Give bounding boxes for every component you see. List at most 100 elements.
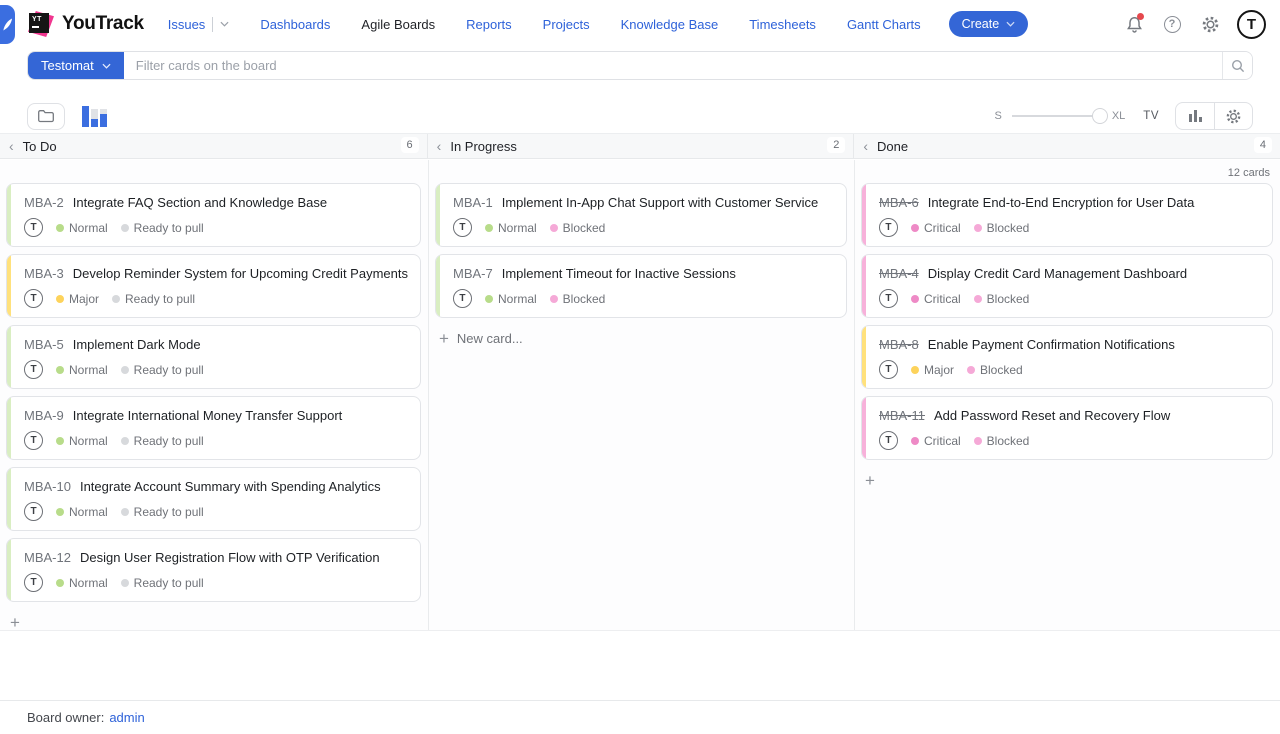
search-button[interactable] — [1222, 52, 1252, 79]
card-id-link[interactable]: MBA-2 — [24, 195, 64, 210]
card-id-link[interactable]: MBA-11 — [879, 408, 925, 423]
card-id-link[interactable]: MBA-1 — [453, 195, 493, 210]
board-selector-button[interactable]: Testomat — [28, 52, 124, 79]
column-headers: ‹ To Do 6 ‹ In Progress 2 ‹ Done 4 — [0, 133, 1280, 159]
new-card-button[interactable]: + — [861, 467, 875, 489]
card-title: Enable Payment Confirmation Notification… — [928, 337, 1175, 352]
state-dot — [967, 366, 975, 374]
priority: Normal — [56, 221, 108, 235]
card-id-link[interactable]: MBA-6 — [879, 195, 919, 210]
state-label: Blocked — [563, 292, 606, 306]
card-title: Develop Reminder System for Upcoming Cre… — [73, 266, 408, 281]
help-icon[interactable]: ? — [1161, 13, 1183, 35]
nav-item-timesheets[interactable]: Timesheets — [749, 17, 816, 32]
card-mba-11[interactable]: MBA-11Add Password Reset and Recovery Fl… — [861, 396, 1273, 460]
nav-item-agile-boards[interactable]: Agile Boards — [361, 17, 435, 32]
tv-mode-button[interactable]: TV — [1143, 110, 1159, 122]
notifications-bell-icon[interactable] — [1123, 13, 1145, 35]
card-mba-10[interactable]: MBA-10Integrate Account Summary with Spe… — [6, 467, 421, 531]
priority-label: Normal — [69, 505, 108, 519]
card-id-link[interactable]: MBA-9 — [24, 408, 64, 423]
card-id-link[interactable]: MBA-7 — [453, 266, 493, 281]
new-card-button[interactable]: + — [6, 609, 20, 631]
card-mba-7[interactable]: MBA-7Implement Timeout for Inactive Sess… — [435, 254, 847, 318]
state: Ready to pull — [121, 434, 204, 448]
priority-dot — [56, 295, 64, 303]
state-dot — [974, 437, 982, 445]
card-id-link[interactable]: MBA-4 — [879, 266, 919, 281]
priority-strip — [436, 255, 440, 317]
state-label: Ready to pull — [134, 363, 204, 377]
assignee-avatar: T — [879, 289, 898, 308]
assignee-avatar: T — [453, 289, 472, 308]
youtrack-logo-icon[interactable]: YT — [28, 11, 54, 37]
board-footer: Board owner: admin — [0, 700, 1280, 734]
settings-gear-icon[interactable] — [1199, 13, 1221, 35]
chart-bars-icon — [82, 106, 89, 127]
priority-label: Major — [924, 363, 954, 377]
collapse-column-icon[interactable]: ‹ — [437, 139, 442, 153]
nav-item-issues[interactable]: Issues — [168, 17, 230, 32]
new-card-button[interactable]: +New card... — [435, 325, 523, 347]
column-name: To Do — [23, 139, 57, 154]
card-mba-1[interactable]: MBA-1 Implement In-App Chat Support with … — [435, 183, 847, 247]
backlog-folder-button[interactable] — [27, 103, 65, 130]
nav-item-gantt-charts[interactable]: Gantt Charts — [847, 17, 921, 32]
card-id-link[interactable]: MBA-12 — [24, 550, 71, 565]
state-label: Ready to pull — [134, 576, 204, 590]
create-button[interactable]: Create — [949, 11, 1029, 37]
priority-strip — [862, 255, 866, 317]
priority-label: Normal — [69, 576, 108, 590]
nav-item-dashboards[interactable]: Dashboards — [260, 17, 330, 32]
user-avatar[interactable]: T — [1237, 10, 1266, 39]
card-id-link[interactable]: MBA-5 — [24, 337, 64, 352]
card-footer: TNormalReady to pull — [24, 431, 408, 450]
priority: Normal — [56, 363, 108, 377]
state-label: Blocked — [980, 363, 1023, 377]
board-settings-button[interactable] — [1214, 103, 1252, 129]
priority-dot — [911, 295, 919, 303]
nav-item-knowledge-base[interactable]: Knowledge Base — [621, 17, 719, 32]
card-head: MBA-11Add Password Reset and Recovery Fl… — [879, 408, 1260, 423]
nav-item-label: Dashboards — [260, 17, 330, 32]
card-mba-12[interactable]: MBA-12Design User Registration Flow with… — [6, 538, 421, 602]
board-toolbar: S XL TV — [27, 101, 1253, 131]
card-mba-5[interactable]: MBA-5Implement Dark ModeTNormalReady to … — [6, 325, 421, 389]
filter-cards-input[interactable] — [124, 52, 1222, 79]
chart-view-toggle[interactable] — [82, 106, 107, 127]
column-header-todo: ‹ To Do 6 — [0, 134, 427, 158]
card-title: Display Credit Card Management Dashboard — [928, 266, 1187, 281]
card-head: MBA-8 Enable Payment Confirmation Notific… — [879, 337, 1260, 352]
nav-item-reports[interactable]: Reports — [466, 17, 512, 32]
card-mba-3[interactable]: MBA-3 Develop Reminder System for Upcomin… — [6, 254, 421, 318]
chevron-down-icon[interactable] — [220, 21, 229, 27]
card-title: Implement In-App Chat Support with Custo… — [502, 195, 818, 210]
card-size-slider[interactable] — [1012, 115, 1100, 117]
card-mba-4[interactable]: MBA-4 Display Credit Card Management Dash… — [861, 254, 1273, 318]
priority-strip — [862, 184, 866, 246]
slider-knob[interactable] — [1092, 108, 1108, 124]
card-mba-8[interactable]: MBA-8 Enable Payment Confirmation Notific… — [861, 325, 1273, 389]
board-owner-link[interactable]: admin — [109, 710, 144, 725]
burndown-chart-button[interactable] — [1176, 103, 1214, 129]
priority-strip — [862, 397, 866, 459]
card-mba-9[interactable]: MBA-9Integrate International Money Trans… — [6, 396, 421, 460]
priority: Major — [56, 292, 99, 306]
new-card-label: New card... — [457, 331, 523, 346]
card-id-link[interactable]: MBA-10 — [24, 479, 71, 494]
card-mba-6[interactable]: MBA-6Integrate End-to-End Encryption for… — [861, 183, 1273, 247]
card-head: MBA-3 Develop Reminder System for Upcomin… — [24, 266, 408, 281]
plus-icon: + — [865, 472, 875, 489]
card-id-link[interactable]: MBA-8 — [879, 337, 919, 352]
nav-item-projects[interactable]: Projects — [543, 17, 590, 32]
card-id-link[interactable]: MBA-3 — [24, 266, 64, 281]
assignee-avatar: T — [24, 218, 43, 237]
quick-notes-tab[interactable] — [0, 5, 15, 44]
card-mba-2[interactable]: MBA-2Integrate FAQ Section and Knowledge… — [6, 183, 421, 247]
collapse-column-icon[interactable]: ‹ — [863, 139, 868, 153]
priority-label: Normal — [69, 434, 108, 448]
state-dot — [550, 295, 558, 303]
logo-glyph: YT — [29, 13, 49, 33]
state-label: Ready to pull — [134, 505, 204, 519]
collapse-column-icon[interactable]: ‹ — [9, 139, 14, 153]
